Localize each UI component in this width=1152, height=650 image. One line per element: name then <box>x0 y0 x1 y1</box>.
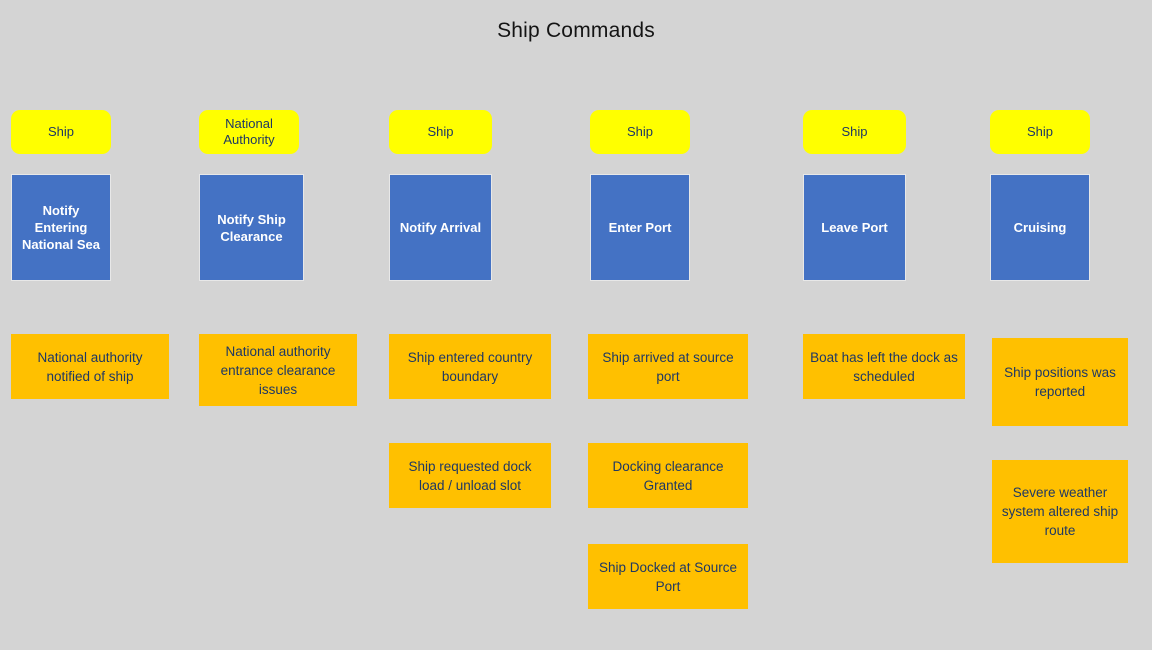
event-box[interactable]: Ship entered country boundary <box>389 334 551 399</box>
diagram-canvas: Ship Commands Ship Notify Entering Natio… <box>0 0 1152 650</box>
event-box[interactable]: National authority entrance clearance is… <box>199 334 357 406</box>
event-box[interactable]: Boat has left the dock as scheduled <box>803 334 965 399</box>
event-box[interactable]: Docking clearance Granted <box>588 443 748 508</box>
actor-box[interactable]: Ship <box>990 110 1090 154</box>
command-box[interactable]: Leave Port <box>803 174 906 281</box>
actor-box[interactable]: Ship <box>803 110 906 154</box>
command-box[interactable]: Cruising <box>990 174 1090 281</box>
event-box[interactable]: Ship requested dock load / unload slot <box>389 443 551 508</box>
command-box[interactable]: Notify Entering National Sea <box>11 174 111 281</box>
actor-box[interactable]: Ship <box>590 110 690 154</box>
page-title: Ship Commands <box>497 19 655 42</box>
event-box[interactable]: Ship arrived at source port <box>588 334 748 399</box>
command-box[interactable]: Enter Port <box>590 174 690 281</box>
event-box[interactable]: Ship Docked at Source Port <box>588 544 748 609</box>
command-box[interactable]: Notify Arrival <box>389 174 492 281</box>
event-box[interactable]: National authority notified of ship <box>11 334 169 399</box>
actor-box[interactable]: National Authority <box>199 110 299 154</box>
actor-box[interactable]: Ship <box>11 110 111 154</box>
actor-box[interactable]: Ship <box>389 110 492 154</box>
command-box[interactable]: Notify Ship Clearance <box>199 174 304 281</box>
event-box[interactable]: Ship positions was reported <box>992 338 1128 426</box>
event-box[interactable]: Severe weather system altered ship route <box>992 460 1128 563</box>
